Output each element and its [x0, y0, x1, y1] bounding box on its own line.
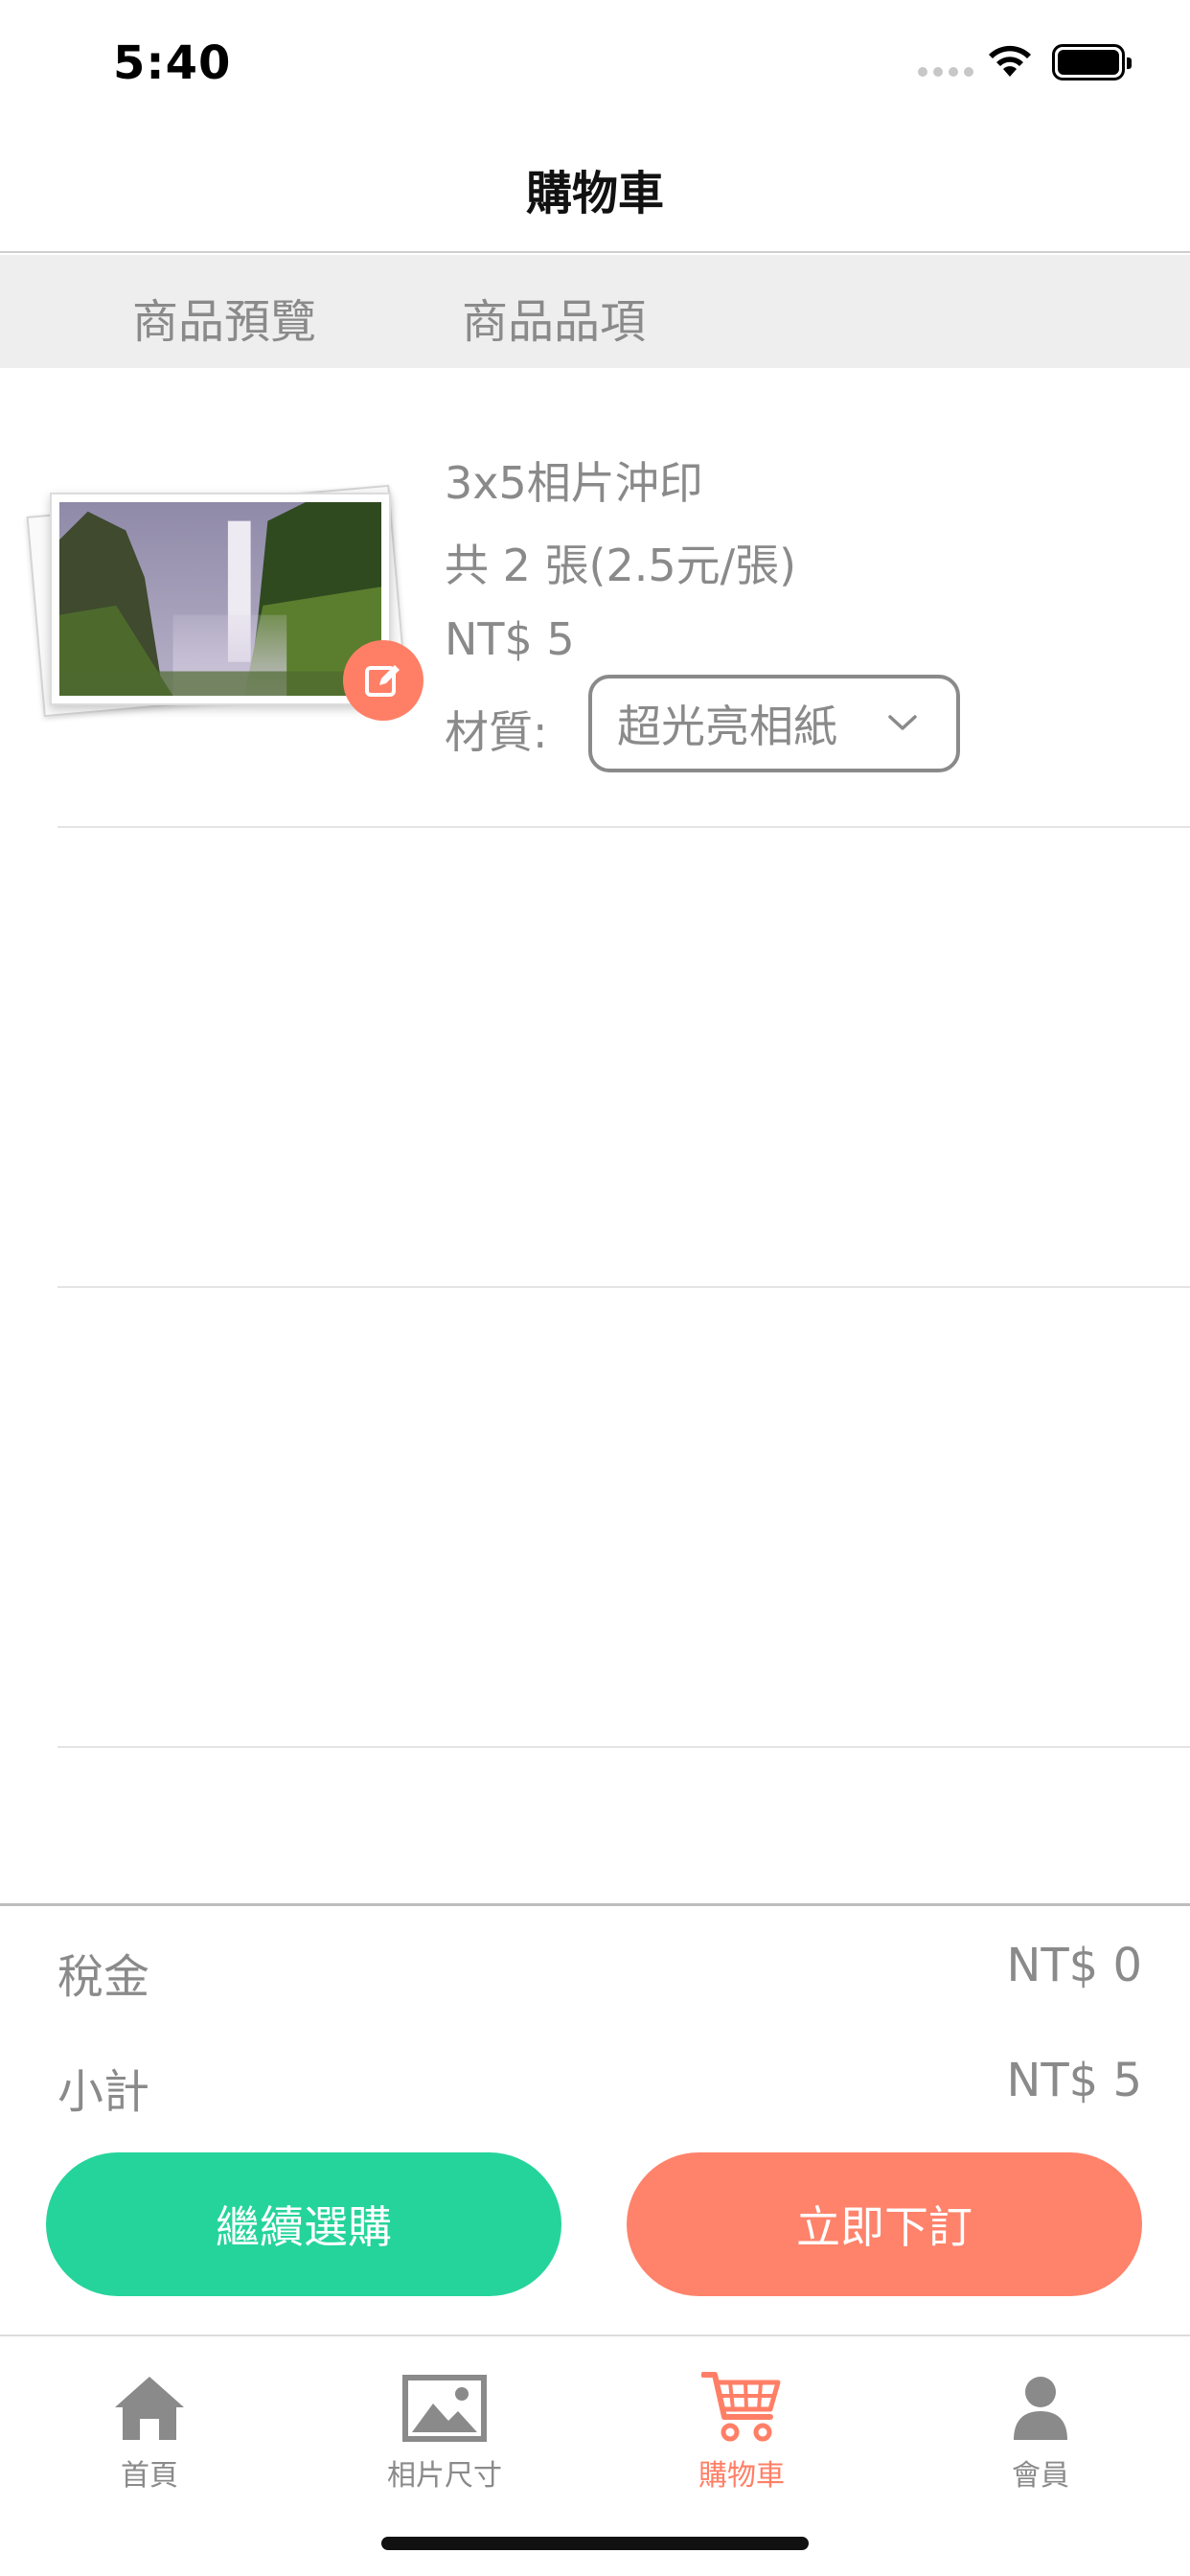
tax-label: 稅金: [57, 1950, 150, 2004]
empty-row: [57, 828, 1190, 1288]
order-now-button[interactable]: 立即下訂: [627, 2152, 1142, 2296]
product-quantity: 共 2 張(2.5元/張): [445, 540, 797, 591]
status-bar: 5:40: [0, 0, 1190, 126]
cellular-signal-icon: [918, 67, 973, 77]
wifi-icon: [989, 45, 1031, 77]
empty-row: [57, 1288, 1190, 1748]
cart-icon: [701, 2372, 781, 2442]
battery-icon: [1052, 44, 1132, 80]
chevron-down-icon: [888, 715, 917, 730]
tab-cart[interactable]: 購物車: [646, 2356, 837, 2494]
product-name: 3x5相片沖印: [445, 457, 703, 509]
tab-label: 相片尺寸: [387, 2459, 502, 2493]
tab-product-preview[interactable]: 商品預覽: [132, 284, 316, 351]
page-title: 購物車: [525, 167, 664, 220]
edit-icon[interactable]: [343, 640, 423, 721]
home-icon: [115, 2377, 184, 2440]
segment-tabs: 商品預覽 商品品項: [0, 255, 1190, 368]
image-icon: [402, 2375, 487, 2442]
subtotal-label: 小計: [57, 2065, 150, 2119]
navigation-bar: 購物車: [0, 126, 1190, 253]
material-label: 材質:: [445, 706, 548, 758]
tab-label: 首頁: [121, 2459, 178, 2493]
product-thumbnail[interactable]: [26, 484, 429, 721]
cart-item-row: 3x5相片沖印 共 2 張(2.5元/張) NT$ 5 材質: 超光亮相紙: [26, 368, 1190, 828]
tab-product-items[interactable]: 商品品項: [462, 284, 646, 351]
tab-photo-size[interactable]: 相片尺寸: [349, 2356, 540, 2494]
product-price: NT$ 5: [445, 613, 575, 665]
tax-value: NT$ 0: [1006, 1939, 1142, 1992]
status-time: 5:40: [113, 36, 232, 90]
tab-home[interactable]: 首頁: [54, 2356, 245, 2494]
tab-label: 會員: [1012, 2459, 1069, 2493]
person-icon: [1014, 2377, 1067, 2440]
subtotal-value: NT$ 5: [1006, 2054, 1142, 2107]
material-value: 超光亮相紙: [617, 701, 837, 752]
continue-shopping-button[interactable]: 繼續選購: [46, 2152, 561, 2296]
photo-preview: [59, 502, 381, 696]
material-dropdown[interactable]: 超光亮相紙: [588, 675, 960, 772]
tab-member[interactable]: 會員: [945, 2356, 1136, 2494]
tab-label: 購物車: [698, 2459, 785, 2493]
home-indicator[interactable]: [381, 2537, 809, 2550]
